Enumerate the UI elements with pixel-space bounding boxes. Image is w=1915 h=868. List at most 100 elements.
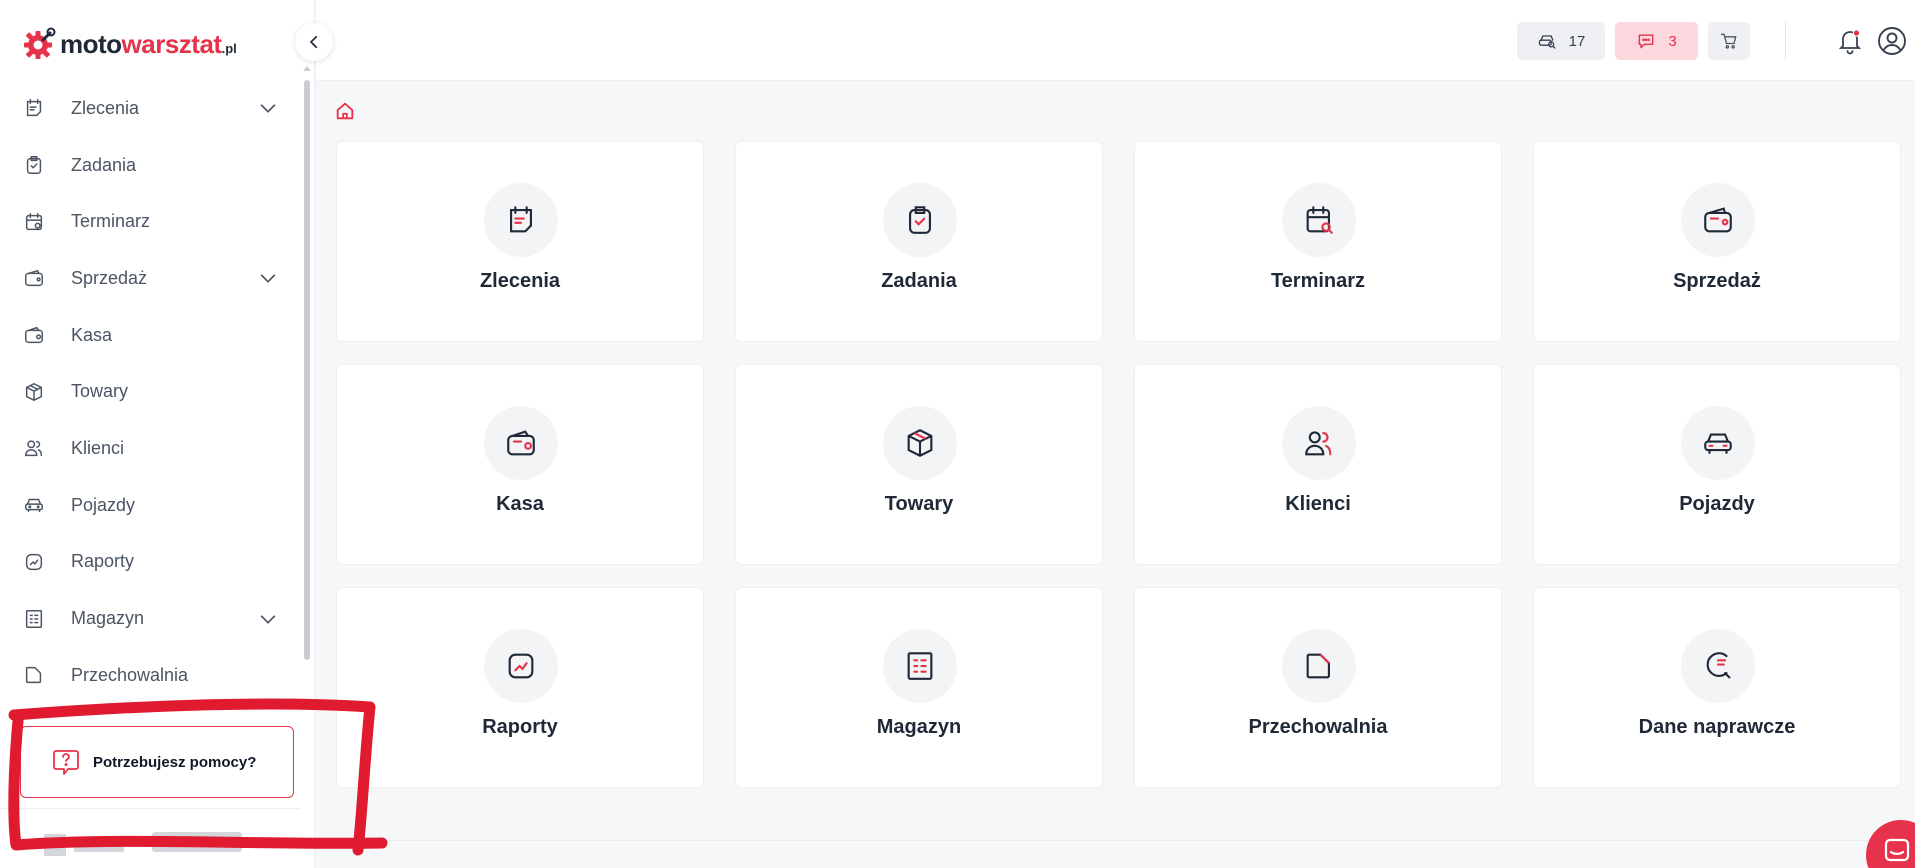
wallet-icon	[22, 266, 46, 290]
sidebar-item-towary[interactable]: Towary	[0, 363, 300, 420]
tile-przechowalnia[interactable]: Przechowalnia	[1134, 587, 1502, 788]
sidebar-item-sprzedaz[interactable]: Sprzedaż	[0, 250, 300, 307]
box-icon	[22, 380, 46, 404]
sidebar-item-raporty[interactable]: Raporty	[0, 534, 300, 591]
tile-raporty[interactable]: Raporty	[336, 587, 704, 788]
sidebar: moto warsztat .pl Zlecenia Zadania Termi…	[0, 0, 315, 868]
tile-title: Dane naprawcze	[1638, 716, 1796, 738]
storage-icon	[1306, 653, 1330, 679]
tile-icon-circle	[1282, 629, 1356, 703]
car-search-icon	[1538, 35, 1556, 49]
chevron-down-icon[interactable]	[257, 267, 279, 289]
tile-pojazdy[interactable]: Pojazdy	[1533, 364, 1901, 565]
repair-data-icon	[1706, 652, 1731, 679]
vehicles-counter-button[interactable]: 17	[1517, 22, 1605, 60]
user-account-icon[interactable]	[1876, 25, 1908, 57]
sidebar-item-label: Towary	[71, 381, 129, 402]
sidebar-item-kasa[interactable]: Kasa	[0, 307, 300, 364]
tile-icon-circle	[1681, 406, 1755, 480]
logo-text-pl: .pl	[221, 41, 237, 56]
tile-icon-circle	[1681, 629, 1755, 703]
help-button[interactable]: Potrzebujesz pomocy?	[20, 726, 294, 798]
sidebar-item-label: Zadania	[71, 154, 137, 175]
sidebar-item-klienci[interactable]: Klienci	[0, 420, 300, 477]
notifications-bell-icon[interactable]	[1835, 26, 1865, 56]
sidebar-item-label: Magazyn	[71, 608, 145, 629]
sidebar-item-label: Przechowalnia	[71, 664, 189, 685]
tile-title: Pojazdy	[1679, 493, 1755, 515]
tile-terminarz[interactable]: Terminarz	[1134, 141, 1502, 342]
help-button-label: Potrzebujesz pomocy?	[93, 753, 257, 771]
sidebar-item-label: Zlecenia	[71, 97, 140, 118]
tile-dane-naprawcze[interactable]: Dane naprawcze	[1533, 587, 1901, 788]
tile-icon-circle	[484, 629, 558, 703]
chevron-left-icon	[309, 35, 318, 49]
topbar: 17 3	[316, 0, 1915, 81]
sidebar-divider	[0, 808, 300, 809]
box-icon	[907, 429, 933, 457]
chat-widget-button[interactable]	[1866, 820, 1915, 868]
sidebar-nav: Zlecenia Zadania Terminarz Sprzedaż Kasa…	[0, 80, 300, 704]
tile-title: Sprzedaż	[1673, 270, 1761, 292]
message-icon	[1638, 34, 1654, 49]
cart-button[interactable]	[1708, 22, 1750, 60]
sidebar-item-pojazdy[interactable]: Pojazdy	[0, 477, 300, 534]
tasks-icon	[22, 153, 46, 177]
storage-icon	[22, 663, 46, 687]
module-grid: Zlecenia Zadania Terminarz Sprzedaż Kasa…	[336, 141, 1901, 788]
tasks-icon	[909, 206, 931, 234]
tile-icon-circle	[1681, 183, 1755, 257]
content-bottom-divider	[336, 840, 1915, 841]
partner-logos	[40, 828, 246, 858]
orders-icon	[22, 96, 46, 120]
sidebar-item-zadania[interactable]: Zadania	[0, 137, 300, 194]
logo-text-warsztat: warsztat	[121, 28, 223, 59]
sidebar-item-label: Sprzedaż	[71, 267, 148, 288]
chevron-down-icon[interactable]	[257, 608, 279, 630]
sidebar-item-zlecenia[interactable]: Zlecenia	[0, 80, 300, 137]
car-icon	[22, 493, 46, 517]
scroll-up-arrow-icon[interactable]	[303, 66, 311, 71]
car-icon	[1704, 433, 1732, 454]
tile-magazyn[interactable]: Magazyn	[735, 587, 1103, 788]
tile-icon-circle	[1282, 406, 1356, 480]
tile-zlecenia[interactable]: Zlecenia	[336, 141, 704, 342]
tile-icon-circle	[484, 406, 558, 480]
chevron-down-icon[interactable]	[257, 97, 279, 119]
calendar-icon	[22, 210, 46, 234]
orders-icon	[510, 206, 532, 233]
scrollbar-thumb[interactable]	[304, 80, 310, 660]
help-chat-icon	[53, 750, 79, 775]
logo[interactable]: moto warsztat .pl	[22, 24, 237, 64]
sidebar-item-przechowalnia[interactable]: Przechowalnia	[0, 647, 300, 704]
tile-klienci[interactable]: Klienci	[1134, 364, 1502, 565]
breadcrumb-home-icon[interactable]	[334, 100, 356, 122]
tile-zadania[interactable]: Zadania	[735, 141, 1103, 342]
messages-counter-button[interactable]: 3	[1615, 22, 1698, 60]
warehouse-icon	[22, 607, 46, 631]
warehouse-icon	[907, 652, 933, 680]
sidebar-item-terminarz[interactable]: Terminarz	[0, 193, 300, 250]
tile-title: Magazyn	[876, 716, 962, 738]
sidebar-scrollbar[interactable]	[303, 62, 311, 702]
tile-icon-circle	[883, 629, 957, 703]
tile-title: Zlecenia	[479, 270, 561, 292]
chart-icon	[508, 653, 534, 679]
tile-towary[interactable]: Towary	[735, 364, 1103, 565]
tile-icon-circle	[883, 406, 957, 480]
tile-title: Klienci	[1285, 493, 1351, 515]
chat-icon	[1884, 838, 1910, 862]
users-icon	[1305, 431, 1332, 456]
tile-title: Kasa	[496, 493, 544, 515]
gear-logo-icon	[24, 27, 56, 59]
calendar-icon	[1306, 206, 1333, 234]
sidebar-item-magazyn[interactable]: Magazyn	[0, 590, 300, 647]
users-icon	[22, 436, 46, 460]
collapse-sidebar-button[interactable]	[295, 23, 333, 61]
sidebar-item-label: Kasa	[71, 324, 113, 345]
cart-icon	[1720, 33, 1737, 49]
tile-sprzedaz[interactable]: Sprzedaż	[1533, 141, 1901, 342]
tile-icon-circle	[484, 183, 558, 257]
vehicles-count: 17	[1568, 32, 1586, 50]
tile-kasa[interactable]: Kasa	[336, 364, 704, 565]
